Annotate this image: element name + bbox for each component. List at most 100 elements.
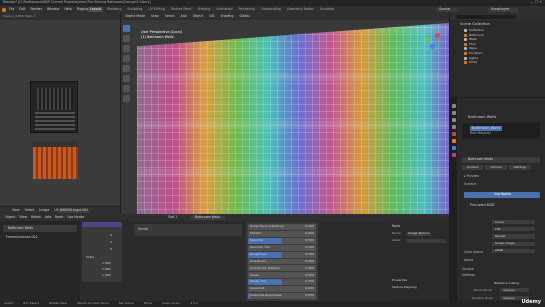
- vector-node[interactable]: Vector: [134, 224, 242, 236]
- workspace-tab-geometry-nodes[interactable]: Geometry Nodes: [285, 7, 316, 12]
- material-slot-list[interactable]: Bathroom Walls Wall Material: [462, 123, 540, 139]
- backface-culling-checkbox[interactable]: Backface Culling: [494, 282, 519, 285]
- image-setting-dropdown[interactable]: Single Image: [492, 241, 535, 246]
- world-props-icon[interactable]: [451, 132, 456, 136]
- navigation-gizmo[interactable]: [421, 31, 443, 53]
- outliner-item[interactable]: Furniture: [464, 51, 484, 55]
- bsdf-param-row[interactable]: Roughness 0.500: [248, 251, 316, 258]
- image-name-field[interactable]: BAKING.tsgst.001: [58, 208, 91, 213]
- material-datablock[interactable]: Bathroom Walls: [462, 157, 540, 163]
- vector-y[interactable]: 0: [110, 241, 112, 244]
- viewport-menu-gis[interactable]: GIS: [209, 14, 214, 18]
- rotate-tool-icon[interactable]: [123, 55, 130, 62]
- workspace-tab-uv-editing[interactable]: UV Editing: [146, 7, 167, 12]
- node-menu-select[interactable]: Select: [31, 215, 41, 219]
- shader-node-editor[interactable]: Object View Select Add Node Use Nodes Bathroo…: [0, 214, 449, 301]
- workspace-tab-rendering[interactable]: Rendering: [237, 7, 257, 12]
- blend-mode-dropdown[interactable]: Opaque: [500, 288, 529, 293]
- node-menu-object[interactable]: Object: [5, 215, 15, 219]
- cursor-tool-icon[interactable]: [123, 35, 130, 42]
- use-nodes-button[interactable]: Use Nodes: [464, 192, 540, 198]
- bsdf-param-row[interactable]: Specular Tint 0.000: [248, 244, 316, 251]
- modifier-props-icon[interactable]: [451, 146, 456, 150]
- menu-edit[interactable]: Edit: [19, 7, 25, 11]
- output-props-icon[interactable]: [451, 118, 456, 122]
- workspace-tab-layout[interactable]: Layout: [88, 7, 103, 13]
- workspace-tab-shading[interactable]: Shading: [195, 7, 212, 12]
- sidebar-frame-item[interactable]: Frame/instance.001: [6, 235, 38, 239]
- outliner-item[interactable]: Floor: [464, 42, 484, 46]
- viewport-menu-shading[interactable]: Shading: [221, 14, 234, 18]
- window-controls[interactable]: — ☐ ✕: [531, 0, 542, 4]
- uv-menu-select[interactable]: Select: [25, 208, 35, 212]
- scene-selector[interactable]: Scene: [436, 8, 458, 13]
- principled-bsdf-node[interactable]: Subsurface Anisotropy 0.000 Metallic 0.000 S…: [246, 222, 318, 301]
- node-name-field[interactable]: Image Texture: [406, 231, 432, 236]
- outliner-item[interactable]: Bathroom: [464, 33, 484, 37]
- node-slot-dropdown[interactable]: Slot 1: [168, 215, 177, 219]
- workspace-tab-animation[interactable]: Animation: [214, 7, 234, 12]
- vector-x[interactable]: 0: [110, 234, 112, 237]
- select-tool-icon[interactable]: [123, 25, 130, 32]
- outliner-item[interactable]: Walls: [464, 38, 484, 42]
- bsdf-param-row[interactable]: Anisotropic 0.000: [248, 258, 316, 265]
- bsdf-param-row[interactable]: Sheen 0.000: [248, 272, 316, 279]
- viewport-menu-object-mode[interactable]: Object Mode: [125, 14, 145, 18]
- material-props-icon[interactable]: [451, 153, 456, 157]
- sidebar-material-row[interactable]: Bathroom Walls: [3, 225, 77, 232]
- scale-z[interactable]: 1.000: [102, 274, 111, 277]
- bsdf-param-row[interactable]: Sheen Tint 0.500: [248, 279, 316, 286]
- scale-x[interactable]: 1.000: [102, 262, 111, 265]
- workspace-tab-texture-paint[interactable]: Texture Paint: [169, 7, 194, 12]
- node-menu-add[interactable]: Add: [45, 215, 51, 219]
- outliner-item[interactable]: Collection: [464, 29, 484, 32]
- bsdf-param-row[interactable]: Metallic 0.000: [248, 230, 316, 237]
- uv-menu-view[interactable]: View: [12, 208, 20, 212]
- preview-tab-settings[interactable]: Settings: [508, 165, 531, 170]
- view-layer-selector[interactable]: ViewLayer: [488, 8, 518, 13]
- viewport-3d[interactable]: Object Mode View Select Add Object GIS Shading…: [121, 13, 449, 217]
- viewport-menu-object[interactable]: Object: [193, 14, 203, 18]
- workspace-tab-sculpting[interactable]: Sculpting: [125, 7, 144, 12]
- image-setting-dropdown[interactable]: Flat: [492, 227, 535, 232]
- bsdf-param-row[interactable]: Clearcoat Roughness 0.030: [248, 293, 316, 300]
- preview-tab-volume[interactable]: Volume: [485, 165, 507, 170]
- transform-tool-icon[interactable]: [123, 75, 130, 82]
- bsdf-param-row[interactable]: Anisotropic Rotation 0.000: [248, 265, 316, 272]
- node-material-field[interactable]: Bathroom Walls: [190, 215, 226, 220]
- workspace-tab-scripting[interactable]: Scripting: [318, 7, 336, 12]
- menu-help[interactable]: Help: [64, 7, 71, 11]
- viewport-menu-add[interactable]: Add: [181, 14, 187, 18]
- measure-tool-icon[interactable]: [123, 95, 130, 102]
- menu-render[interactable]: Render: [31, 7, 42, 11]
- viewport-menu-select[interactable]: Select: [165, 14, 175, 18]
- outliner-item[interactable]: Pipes: [464, 47, 484, 51]
- blender-logo-icon[interactable]: [2, 7, 6, 12]
- tool-props-icon[interactable]: [451, 104, 456, 108]
- outliner-search-icon[interactable]: [456, 14, 516, 19]
- uv-menu-image[interactable]: Image: [39, 208, 49, 212]
- workspace-tab-modeling[interactable]: Modeling: [105, 7, 124, 12]
- viewport-menu-global[interactable]: Global: [239, 14, 249, 18]
- menu-window[interactable]: Window: [47, 7, 60, 11]
- image-setting-dropdown[interactable]: Linear: [492, 220, 535, 225]
- annotate-tool-icon[interactable]: [123, 85, 130, 92]
- outliner-item[interactable]: Toilet: [464, 61, 484, 65]
- node-menu-view[interactable]: View: [19, 215, 27, 219]
- node-label-field[interactable]: [406, 238, 446, 243]
- preview-tab-surface[interactable]: Surface: [462, 165, 484, 170]
- image-setting-dropdown[interactable]: Repeat: [492, 234, 535, 239]
- workspace-tab-compositing[interactable]: Compositing: [259, 7, 283, 12]
- move-tool-icon[interactable]: [123, 45, 130, 52]
- bsdf-param-row[interactable]: Specular 0.500: [248, 237, 316, 244]
- bsdf-param-row[interactable]: Subsurface Anisotropy 0.000: [248, 224, 316, 230]
- node-menu-node[interactable]: Node: [55, 215, 63, 219]
- viewport-menu-view[interactable]: View: [151, 14, 159, 18]
- image-setting-dropdown[interactable]: sRGB: [492, 248, 535, 253]
- outliner-item[interactable]: Lights: [464, 56, 484, 60]
- scale-tool-icon[interactable]: [123, 65, 130, 72]
- render-props-icon[interactable]: [451, 111, 456, 115]
- scene-props-icon[interactable]: [451, 125, 456, 129]
- object-props-icon[interactable]: [451, 139, 456, 143]
- material-slot-sub[interactable]: Wall Material: [470, 131, 491, 135]
